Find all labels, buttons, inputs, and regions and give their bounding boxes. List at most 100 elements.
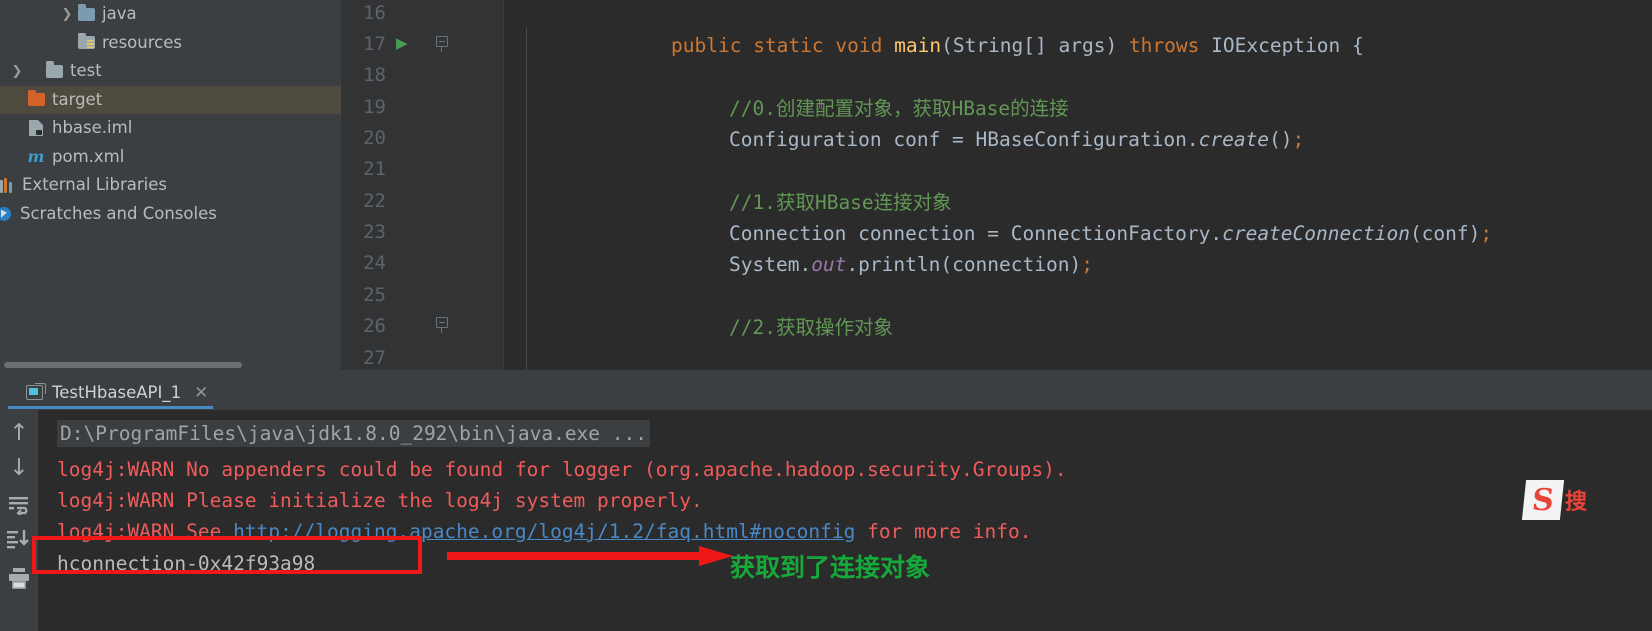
code-fold-icon[interactable] [434,36,450,52]
keyword-void: void [835,34,883,57]
println-call: .println(connection) [846,253,1082,276]
library-icon [0,177,16,193]
tree-item-target[interactable]: target [0,85,341,114]
method-call-createConnection: createConnection [1222,222,1410,245]
line-number: 18 [363,64,386,86]
close-icon[interactable]: ✕ [194,383,208,403]
line-number: 17 [363,33,386,55]
scroll-to-end-button[interactable] [6,527,32,553]
chevron-right-icon[interactable]: ❯ [8,64,26,79]
tree-item-label: pom.xml [52,146,125,166]
arrow-shaft [447,552,705,560]
code-line-22: //1.获取HBase连接对象 [729,187,952,219]
watermark-badge: S 搜 [1521,478,1652,522]
line-number: 20 [363,127,386,149]
watermark-letter: S [1521,480,1565,520]
keyword-throws: throws [1128,34,1200,57]
line-number: 27 [363,347,386,369]
tree-item-label: java [102,4,137,24]
semicolon: ; [1292,128,1305,151]
tree-item-label: test [70,61,102,81]
folder-orange-icon [26,89,46,108]
code-line-24: System.out.println(connection); [729,249,1093,281]
highlight-box-annotation [32,536,422,574]
tree-item-scratches-and-consoles[interactable]: Scratches and Consoles [0,200,341,229]
tree-item-external-libraries[interactable]: External Libraries [0,171,341,200]
line-number: 21 [363,158,386,180]
tree-item-label: Scratches and Consoles [20,203,217,223]
method-call-create: create [1198,128,1270,151]
tree-item-java[interactable]: ❯ java [0,0,341,29]
tree-item-label: target [52,89,103,109]
scrollbar-thumb[interactable] [4,362,242,368]
console-line-warn-2: log4j:WARN Please initialize the log4j s… [57,489,703,512]
line-number: 16 [363,2,386,24]
project-tool-window[interactable]: ❯ java resources ❯ test target hbase.iml [0,0,341,370]
code-line-19: //0.创建配置对象，获取HBase的连接 [729,93,1069,125]
soft-wrap-icon [9,497,28,515]
line-number: 26 [363,315,386,337]
line-number: 22 [363,190,386,212]
tree-item-test[interactable]: ❯ test [0,57,341,86]
tree-item-label: External Libraries [22,175,167,195]
chevron-right-icon[interactable]: ❯ [58,7,76,22]
keyword-public: public [671,34,742,57]
console-line-warn-1: log4j:WARN No appenders could be found f… [57,458,1067,481]
code-fold-icon[interactable] [434,317,450,333]
run-tab-TestHbaseAPI_1[interactable]: TestHbaseAPI_1 ✕ [22,375,212,410]
semicolon: ; [1081,253,1093,276]
code-content[interactable]: public static void main(String[] args) t… [504,0,1652,370]
maven-icon: m [27,146,45,166]
folder-grey-icon [44,61,64,79]
scroll-to-end-icon [7,530,29,549]
tree-item-pom-xml[interactable]: m pom.xml [0,143,341,172]
run-tool-window: TestHbaseAPI_1 ✕ ↑ ↓ D:\ProgramFiles\jav… [0,370,1652,631]
comment: //1.获取HBase连接对象 [729,191,952,214]
code-editor[interactable]: 16 17 18 19 20 21 22 23 24 25 26 27 ▶ pu… [341,0,1652,370]
exception-type: IOException { [1199,34,1364,57]
code-line-23: Connection connection = ConnectionFactor… [729,218,1492,250]
keyword-static: static [753,34,824,57]
comment: //0.创建配置对象，获取HBase的连接 [729,97,1069,120]
active-tab-underline [8,406,213,409]
arguments: (conf) [1409,222,1481,245]
comment: //2.获取操作对象 [729,316,893,339]
run-gutter-icon[interactable]: ▶ [396,34,414,52]
editor-gutter[interactable]: 16 17 18 19 20 21 22 23 24 25 26 27 ▶ [341,0,504,370]
ide-window: ❯ java resources ❯ test target hbase.iml [0,0,1652,631]
watermark-text: 搜 [1565,490,1588,515]
scratch-icon [0,206,14,222]
console-line-command: D:\ProgramFiles\java\jdk1.8.0_292\bin\ja… [57,420,650,447]
annotation-note: 获取到了连接对象 [730,553,931,582]
console-output[interactable]: D:\ProgramFiles\java\jdk1.8.0_292\bin\ja… [38,410,1652,631]
folder-blue-icon [76,4,96,22]
warn-suffix: for more info. [855,520,1032,543]
printer-icon [9,568,29,589]
code-line-20: Configuration conf = HBaseConfiguration.… [729,124,1304,156]
run-tab-label: TestHbaseAPI_1 [52,383,182,402]
tree-item-hbase-iml[interactable]: hbase.iml [0,114,341,143]
project-tree-horizontal-scrollbar[interactable] [0,360,341,370]
line-number: 24 [363,252,386,274]
run-configuration-icon [26,383,46,400]
tree-item-label: hbase.iml [52,118,133,138]
soft-wrap-button[interactable] [6,492,32,518]
folder-resources-icon [76,32,96,51]
expression: System. [729,253,812,276]
arrow-head [699,546,733,566]
method-name-main: main [894,34,942,57]
line-number: 25 [363,284,386,306]
scroll-down-button[interactable]: ↓ [6,455,32,481]
print-button[interactable] [6,565,32,591]
console-toolbar[interactable]: ↑ ↓ [0,410,38,631]
code-line-26: //2.获取操作对象 [729,312,893,344]
scroll-up-button[interactable]: ↑ [6,420,32,446]
code-line-17: public static void main(String[] args) t… [671,30,1364,62]
parens: () [1269,128,1293,151]
tree-item-resources[interactable]: resources [0,29,341,58]
arrow-annotation [447,546,737,566]
expression: Connection connection = ConnectionFactor… [729,222,1223,245]
tree-item-label: resources [102,32,182,52]
line-number: 23 [363,221,386,243]
field-out: out [811,253,847,276]
